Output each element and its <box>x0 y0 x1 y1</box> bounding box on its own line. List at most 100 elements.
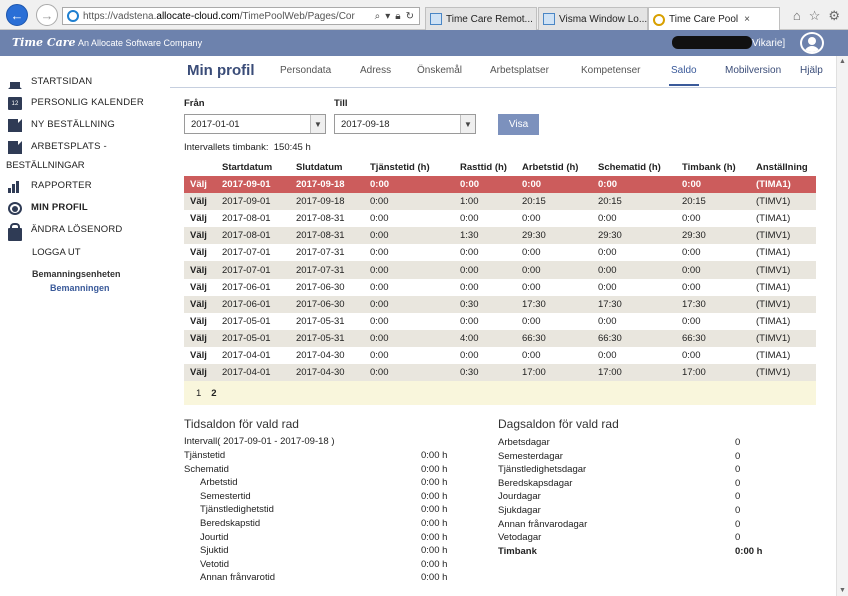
table-cell: 2017-08-31 <box>292 227 366 245</box>
select-row-link[interactable]: Välj <box>184 244 218 262</box>
address-bar[interactable]: https://vadstena.allocate-cloud.com/Time… <box>62 7 420 25</box>
table-row[interactable]: Välj 2017-06-01 2017-06-30 0:00 0:00 0:00 0:00… <box>184 278 816 296</box>
select-row-link[interactable]: Välj <box>184 346 218 365</box>
select-row-link[interactable]: Välj <box>184 176 218 194</box>
forward-arrow-icon[interactable]: → <box>36 4 58 26</box>
star-icon[interactable]: ☆ <box>809 8 821 24</box>
table-cell: 0:00 <box>678 244 752 262</box>
calendar-icon: 12 <box>8 97 22 110</box>
column-header: Startdatum <box>218 159 292 176</box>
table-cell: 0:00 <box>518 261 594 279</box>
select-row-link[interactable]: Välj <box>184 295 218 313</box>
table-row[interactable]: Välj 2017-08-01 2017-08-31 0:00 0:00 0:00 0:00… <box>184 210 816 228</box>
back-arrow-icon[interactable]: ← <box>6 4 28 26</box>
tab-adress[interactable]: Adress <box>360 65 391 76</box>
table-cell: 0:00 <box>366 210 456 228</box>
dagsaldo-value: 0 <box>735 450 741 462</box>
dagsaldo-value: 0 <box>735 505 741 516</box>
table-row[interactable]: Välj 2017-06-01 2017-06-30 0:00 0:30 17:30 17:… <box>184 295 816 313</box>
help-link[interactable]: Hjälp <box>800 65 823 76</box>
table-row[interactable]: Välj 2017-04-01 2017-04-30 0:00 0:00 0:00 0:00… <box>184 346 816 365</box>
show-button[interactable]: Visa <box>498 114 539 135</box>
table-row[interactable]: Välj 2017-08-01 2017-08-31 0:00 1:30 29:30 29:… <box>184 227 816 245</box>
select-row-link[interactable]: Välj <box>184 278 218 296</box>
document-icon <box>8 141 22 154</box>
table-cell: 2017-09-18 <box>292 193 366 211</box>
select-row-link[interactable]: Välj <box>184 210 218 228</box>
browser-tab-visma[interactable]: Visma Window Lo... <box>538 7 648 30</box>
gear-icon[interactable]: ⚙ <box>828 8 840 24</box>
dropdown-icon[interactable]: ▾ <box>385 11 390 22</box>
table-cell: 2017-05-01 <box>218 312 292 330</box>
to-date-select[interactable]: 2017-09-18 ▼ <box>334 114 476 134</box>
chevron-down-icon[interactable]: ▼ <box>460 115 475 133</box>
table-row[interactable]: Välj 2017-05-01 2017-05-31 0:00 0:00 0:00 0:00… <box>184 312 816 330</box>
page-link[interactable]: 1 <box>196 388 201 399</box>
table-cell: 20:15 <box>518 193 594 211</box>
sidebar-item-min-profil[interactable]: MIN PROFIL <box>8 202 88 215</box>
table-cell: 0:00 <box>456 176 518 194</box>
sidebar-item-startsidan[interactable]: STARTSIDAN <box>8 76 92 89</box>
logo: Time Care <box>12 36 76 49</box>
dagsaldo-label: Arbetsdagar <box>498 437 550 448</box>
table-cell: 2017-07-01 <box>218 261 292 279</box>
refresh-icon[interactable]: ↻ <box>406 11 414 22</box>
sidebar-item-bestallningar[interactable]: BESTÄLLNINGAR <box>6 160 85 171</box>
dagsaldo-value: 0 <box>735 477 741 489</box>
table-row[interactable]: Välj 2017-07-01 2017-07-31 0:00 0:00 0:00 0:00… <box>184 261 816 279</box>
company-name: An Allocate Software Company <box>78 38 203 48</box>
scroll-up-icon[interactable]: ▲ <box>839 58 846 65</box>
chevron-down-icon[interactable]: ▼ <box>310 115 325 133</box>
select-row-link[interactable]: Välj <box>184 329 218 347</box>
tab-saldo[interactable]: Saldo <box>669 65 699 86</box>
table-row[interactable]: Välj 2017-09-01 2017-09-18 0:00 0:00 0:00 0:00… <box>184 176 816 194</box>
tab-onskemal[interactable]: Önskemål <box>417 65 462 76</box>
search-icon[interactable]: ⌕ <box>375 11 381 22</box>
sidebar-item-personlig-kalender[interactable]: 12 PERSONLIG KALENDER <box>8 97 144 110</box>
tab-kompetenser[interactable]: Kompetenser <box>581 65 640 76</box>
page-link[interactable]: 2 <box>211 388 216 399</box>
sidebar-item-ny-bestallning[interactable]: NY BESTÄLLNING <box>8 119 115 132</box>
table-cell: (TIMV1) <box>752 193 816 211</box>
select-row-link[interactable]: Välj <box>184 227 218 245</box>
scrollbar[interactable]: ▲ ▼ <box>836 56 848 596</box>
table-cell: 0:00 <box>366 278 456 296</box>
sidebar-item-logga-ut[interactable]: LOGGA UT <box>32 247 81 258</box>
table-cell: 2017-06-01 <box>218 295 292 313</box>
table-row[interactable]: Välj 2017-05-01 2017-05-31 0:00 4:00 66:30 66:… <box>184 329 816 347</box>
sidebar-item-andra-losenord[interactable]: ÄNDRA LÖSENORD <box>8 223 123 241</box>
select-row-link[interactable]: Välj <box>184 312 218 330</box>
scroll-down-icon[interactable]: ▼ <box>839 587 846 594</box>
select-row-link[interactable]: Välj <box>184 261 218 279</box>
browser-tab-remote[interactable]: Time Care Remot... <box>425 7 537 30</box>
table-cell: 0:00 <box>678 346 752 365</box>
avatar[interactable] <box>800 32 824 54</box>
table-row[interactable]: Välj 2017-04-01 2017-04-30 0:00 0:30 17:00 17:… <box>184 364 816 382</box>
tab-arbetsplatser[interactable]: Arbetsplatser <box>490 65 549 76</box>
table-cell: (TIMV1) <box>752 295 816 313</box>
table-cell: 2017-09-18 <box>292 176 366 194</box>
home-icon[interactable]: ⌂ <box>793 8 801 24</box>
table-cell: 0:00 <box>594 210 678 228</box>
select-row-link[interactable]: Välj <box>184 364 218 382</box>
table-cell: 17:30 <box>594 295 678 313</box>
select-row-link[interactable]: Välj <box>184 193 218 211</box>
sidebar-item-arbetsplats[interactable]: ARBETSPLATS - <box>8 141 107 154</box>
table-row[interactable]: Välj 2017-07-01 2017-07-31 0:00 0:00 0:00 0:00… <box>184 244 816 262</box>
tab-persondata[interactable]: Persondata <box>280 65 331 76</box>
sidebar-item-rapporter[interactable]: RAPPORTER <box>8 180 92 193</box>
table-cell: 0:00 <box>518 278 594 296</box>
table-row[interactable]: Välj 2017-09-01 2017-09-18 0:00 1:00 20:15 20:… <box>184 193 816 211</box>
table-cell: (TIMA1) <box>752 278 816 296</box>
table-cell: 0:00 <box>456 312 518 330</box>
dagsaldo-value: 0 <box>735 491 741 503</box>
table-cell: 0:00 <box>366 329 456 347</box>
table-cell: 0:00 <box>594 278 678 296</box>
browser-toolbar: ← → https://vadstena.allocate-cloud.com/… <box>0 0 848 31</box>
close-icon[interactable]: × <box>744 14 750 25</box>
table-cell: 0:00 <box>518 346 594 365</box>
from-date-select[interactable]: 2017-01-01 ▼ <box>184 114 326 134</box>
mobile-version-link[interactable]: Mobilversion <box>725 65 781 76</box>
table-cell: 1:30 <box>456 227 518 245</box>
browser-tab-timecare[interactable]: Time Care Pool × <box>648 7 780 31</box>
